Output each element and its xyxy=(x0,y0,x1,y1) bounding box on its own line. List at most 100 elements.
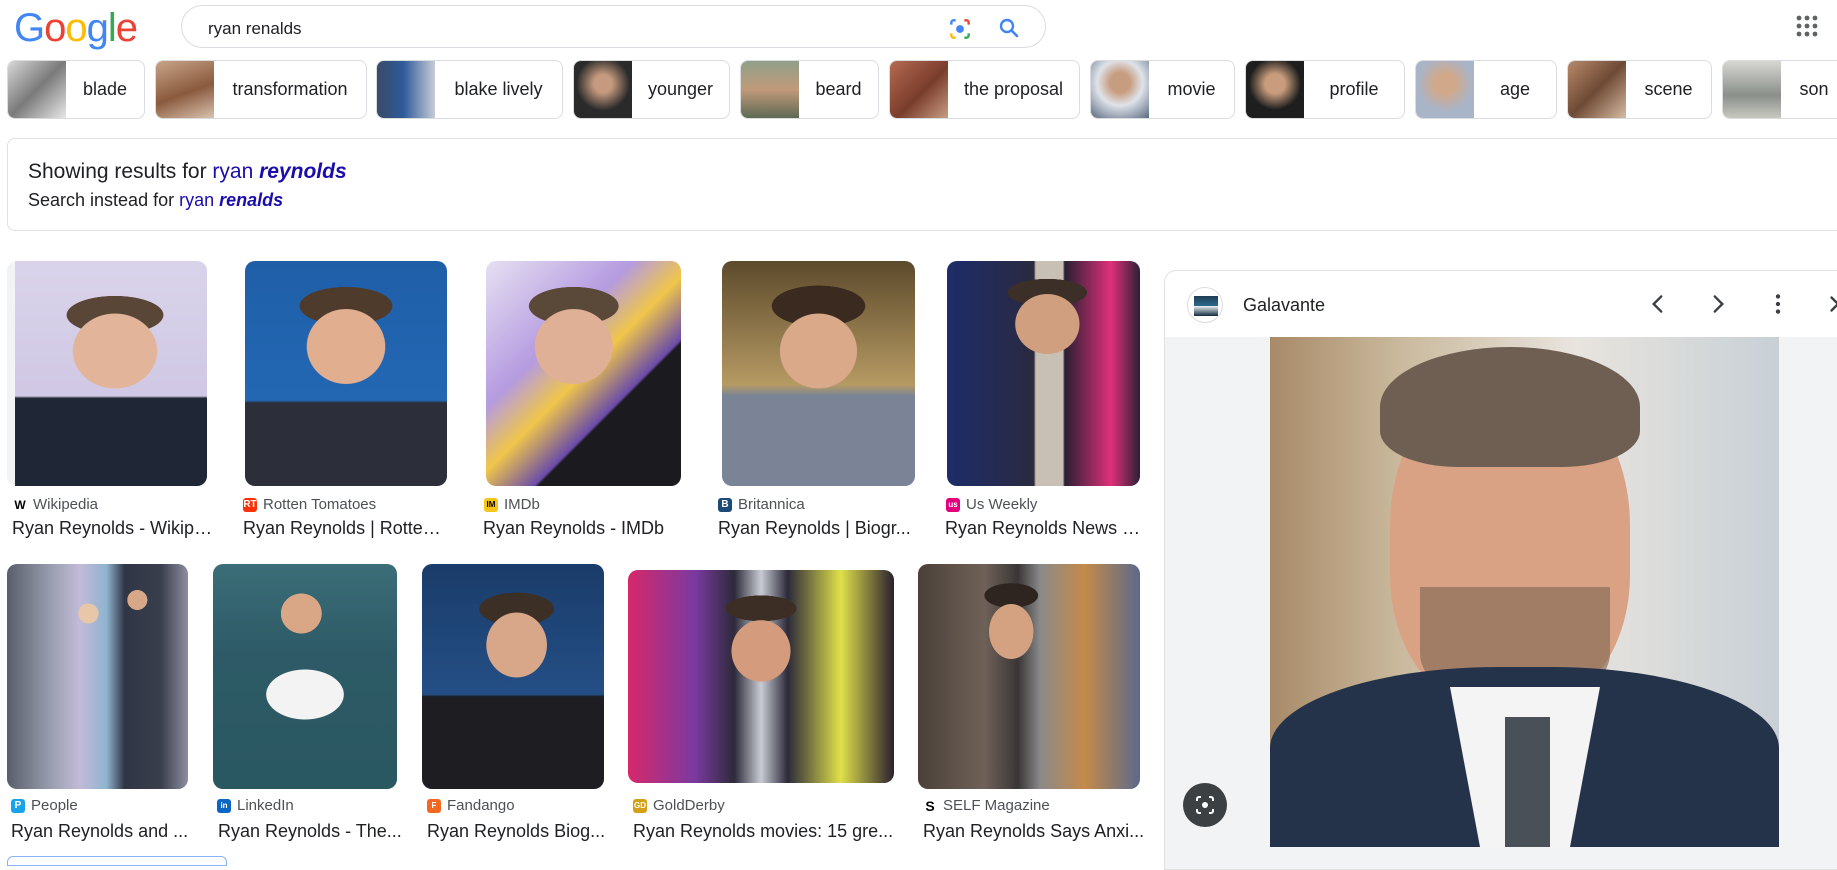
search-icon[interactable] xyxy=(997,16,1021,40)
chip-label: scene xyxy=(1644,79,1693,99)
image-result[interactable]: F Fandango Ryan Reynolds Biog... xyxy=(421,564,611,849)
chip-beard[interactable]: beard xyxy=(740,60,879,119)
preview-image[interactable] xyxy=(1270,337,1779,847)
image-result[interactable]: B Britannica Ryan Reynolds | Biogr... xyxy=(715,261,920,543)
source-favicon: W xyxy=(13,497,27,512)
source-favicon: F xyxy=(427,798,441,813)
result-image[interactable] xyxy=(7,261,207,486)
result-title[interactable]: Ryan Reynolds | Rotten ... xyxy=(243,518,449,539)
result-image[interactable] xyxy=(918,564,1140,789)
source-name: Rotten Tomatoes xyxy=(263,496,377,513)
chip-label: younger xyxy=(647,79,714,99)
chip-label: blake lively xyxy=(454,79,543,99)
google-lens-icon[interactable] xyxy=(947,16,973,42)
image-result[interactable]: IM IMDb Ryan Reynolds - IMDb xyxy=(478,261,688,543)
result-title[interactable]: Ryan Reynolds Says Anxi... xyxy=(923,821,1145,842)
image-result[interactable]: GD GoldDerby Ryan Reynolds movies: 15 gre… xyxy=(627,564,897,849)
chip-label: blade xyxy=(82,79,128,99)
search-instead-for: Search instead for ryan renalds xyxy=(28,190,283,211)
chip-movie[interactable]: movie xyxy=(1090,60,1235,119)
source-favicon: B xyxy=(718,497,732,512)
source-favicon: GD xyxy=(633,798,647,813)
source-name: Britannica xyxy=(738,496,805,513)
result-title[interactable]: Ryan Reynolds Biog... xyxy=(427,821,611,842)
corrected-bold: reynolds xyxy=(259,160,347,183)
result-image[interactable] xyxy=(628,570,894,783)
chip-blake-lively[interactable]: blake lively xyxy=(376,60,563,119)
chip-thumbnail xyxy=(574,61,632,118)
result-title[interactable]: Ryan Reynolds News -... xyxy=(945,518,1142,539)
result-title[interactable]: Ryan Reynolds | Biogr... xyxy=(718,518,920,539)
chip-younger[interactable]: younger xyxy=(573,60,730,119)
bottom-tab-outline xyxy=(7,856,227,866)
result-image[interactable] xyxy=(422,564,604,789)
chip-label: beard xyxy=(815,79,862,99)
image-result[interactable]: RT Rotten Tomatoes Ryan Reynolds | Rotten… xyxy=(239,261,449,543)
chip-thumbnail xyxy=(1723,61,1781,118)
chevron-right-icon[interactable] xyxy=(1705,291,1731,317)
image-result[interactable]: P People Ryan Reynolds and ... xyxy=(7,564,195,849)
original-query-link[interactable]: ryan renalds xyxy=(179,190,283,210)
preview-site-name[interactable]: Galavante xyxy=(1243,295,1325,316)
result-title[interactable]: Ryan Reynolds movies: 15 gre... xyxy=(633,821,897,842)
corrected-query-link[interactable]: ryan reynolds xyxy=(212,160,346,183)
source-name: People xyxy=(31,797,78,814)
result-image[interactable] xyxy=(947,261,1140,486)
result-title[interactable]: Ryan Reynolds - Wikipe... xyxy=(12,518,217,539)
preview-header: Galavante xyxy=(1165,271,1837,337)
chevron-left-icon[interactable] xyxy=(1645,291,1671,317)
logo-letter: o xyxy=(65,6,87,50)
source-name: SELF Magazine xyxy=(943,797,1050,814)
result-image[interactable] xyxy=(213,564,397,789)
top-bar: Google ryan renalds xyxy=(0,0,1837,56)
result-source: us Us Weekly xyxy=(946,496,1037,513)
chip-label: profile xyxy=(1329,79,1379,99)
source-name: LinkedIn xyxy=(237,797,294,814)
lens-search-icon[interactable] xyxy=(1183,783,1227,827)
chip-age[interactable]: age xyxy=(1415,60,1557,119)
source-name: Wikipedia xyxy=(33,496,99,513)
apps-grid-icon[interactable] xyxy=(1795,14,1819,38)
spelling-correction-box: Showing results for ryan reynolds Search… xyxy=(7,138,1837,231)
logo-letter: g xyxy=(86,6,109,50)
source-name: Us Weekly xyxy=(966,496,1038,513)
search-box[interactable]: ryan renalds xyxy=(181,5,1046,48)
result-title[interactable]: Ryan Reynolds - The... xyxy=(218,821,406,842)
result-source: F Fandango xyxy=(427,797,515,814)
chip-the-proposal[interactable]: the proposal xyxy=(889,60,1080,119)
result-image[interactable] xyxy=(486,261,681,486)
chip-son[interactable]: son xyxy=(1722,60,1837,119)
result-source: GD GoldDerby xyxy=(633,797,725,814)
image-result[interactable]: W Wikipedia Ryan Reynolds - Wikipe... xyxy=(7,261,217,543)
result-source: W Wikipedia xyxy=(13,496,98,513)
logo-letter: e xyxy=(115,6,138,50)
result-source: IM IMDb xyxy=(484,496,540,513)
result-source: RT Rotten Tomatoes xyxy=(243,496,376,513)
result-image[interactable] xyxy=(7,564,188,789)
corrected-plain: ryan xyxy=(212,160,260,183)
chip-profile[interactable]: profile xyxy=(1245,60,1405,119)
result-image[interactable] xyxy=(245,261,447,486)
chip-transformation[interactable]: transformation xyxy=(155,60,367,119)
chip-label: son xyxy=(1799,79,1829,99)
result-title[interactable]: Ryan Reynolds - IMDb xyxy=(483,518,688,539)
search-input[interactable]: ryan renalds xyxy=(208,19,302,39)
more-vert-icon[interactable] xyxy=(1765,291,1791,317)
image-result[interactable]: S SELF Magazine Ryan Reynolds Says Anxi..… xyxy=(917,564,1145,849)
google-logo[interactable]: Google xyxy=(14,6,138,51)
source-name: GoldDerby xyxy=(653,797,725,814)
image-result[interactable]: in LinkedIn Ryan Reynolds - The... xyxy=(213,564,406,849)
chip-thumbnail xyxy=(377,61,435,118)
chip-scene[interactable]: scene xyxy=(1567,60,1712,119)
chip-thumbnail xyxy=(890,61,948,118)
image-result[interactable]: us Us Weekly Ryan Reynolds News -... xyxy=(942,261,1142,543)
chip-thumbnail xyxy=(1246,61,1304,118)
original-bold: renalds xyxy=(219,190,284,210)
source-favicon: IM xyxy=(484,497,498,512)
related-search-chips: blade transformation blake lively younge… xyxy=(7,60,1837,119)
close-icon[interactable] xyxy=(1825,291,1837,317)
chip-thumbnail xyxy=(1568,61,1626,118)
result-image[interactable] xyxy=(722,261,915,486)
chip-blade[interactable]: blade xyxy=(7,60,145,119)
result-title[interactable]: Ryan Reynolds and ... xyxy=(11,821,195,842)
